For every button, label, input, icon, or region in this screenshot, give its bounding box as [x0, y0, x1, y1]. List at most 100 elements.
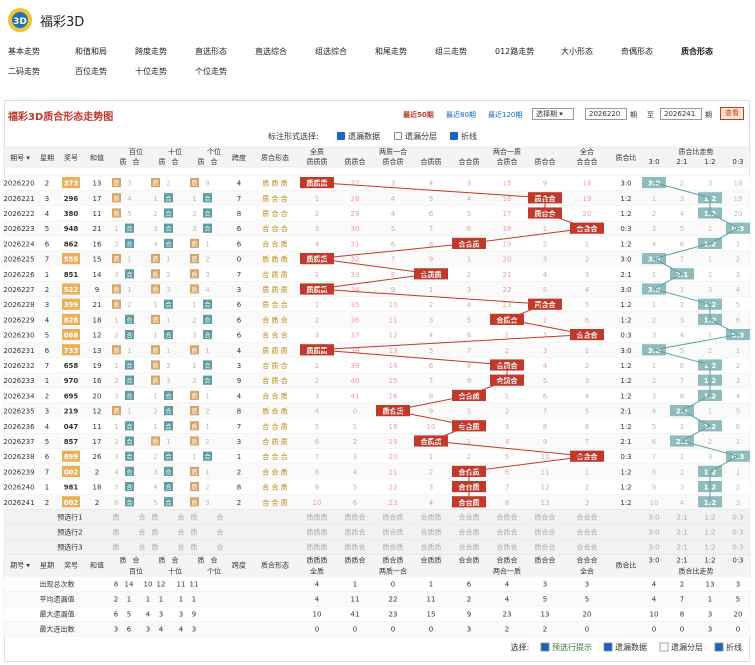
missing-value: 4: [153, 240, 158, 248]
missing-value: 33: [351, 271, 360, 279]
stats-value: 0: [585, 625, 589, 633]
form-text: 合 合 质: [262, 239, 287, 248]
sum-value: 17: [93, 438, 102, 446]
span-value: 1: [237, 453, 241, 461]
sum-value: 17: [93, 195, 102, 203]
zhi-mark-text: 质: [152, 316, 158, 324]
predict-cell: 合: [178, 527, 185, 536]
missing-value: 4: [543, 362, 548, 370]
he-mark-text: 合: [126, 484, 132, 492]
ratio-value: 3:0: [620, 286, 631, 294]
missing-value: 3: [166, 377, 170, 385]
form-text: 合 质 质: [262, 270, 287, 279]
missing-value: 2: [192, 210, 196, 218]
stats-value: 13: [541, 610, 550, 618]
missing-value: 7: [429, 225, 433, 233]
missing-value: 4: [467, 301, 472, 309]
missing-value: 2: [153, 453, 157, 461]
ratio-value: 1:2: [620, 195, 631, 203]
missing-value: 10: [427, 423, 436, 431]
predict-cell: 质: [113, 512, 120, 521]
predict-label: 预选行3: [57, 542, 82, 551]
footer-header: 质质合: [345, 555, 366, 564]
period-number: 2026229: [3, 316, 34, 324]
missing-value: 4: [652, 408, 657, 416]
missing-value: 5: [543, 286, 547, 294]
stats-value: 3: [708, 610, 712, 618]
missing-value: 6: [467, 332, 472, 340]
missing-value: 1: [543, 225, 547, 233]
missing-value: 1: [708, 225, 712, 233]
ratio-value: 3:0: [620, 347, 631, 355]
header-sub: 质合质: [383, 157, 404, 166]
footer-header: 期号 ▾: [10, 561, 30, 569]
he-mark-text: 合: [126, 453, 132, 461]
missing-value: 4: [429, 180, 434, 188]
missing-value: 5: [429, 347, 433, 355]
missing-value: 10: [313, 499, 322, 507]
missing-value: 5: [315, 423, 319, 431]
missing-value: 18: [389, 423, 398, 431]
predict-cell: 质质质: [307, 512, 328, 521]
weekday: 6: [45, 347, 50, 355]
predict-cell: 3:0: [648, 528, 659, 536]
missing-value: 2: [467, 453, 471, 461]
header-w: 星期: [40, 154, 54, 162]
zhi-mark-text: 质: [113, 347, 119, 355]
ratio-value: 1:2: [620, 210, 631, 218]
draw-number: 899: [64, 453, 79, 461]
missing-value: 1: [153, 195, 157, 203]
missing-value: 4: [652, 240, 657, 248]
period-number: 2026239: [3, 468, 34, 476]
he-mark-text: 合: [165, 301, 171, 309]
period-number: 2026237: [3, 438, 34, 446]
he-mark-text: 合: [126, 240, 132, 248]
missing-value: 22: [389, 484, 398, 492]
period-number: 2026224: [3, 240, 35, 248]
predict-cell: 质合合: [535, 542, 556, 551]
predict-cell: 合质合: [497, 512, 518, 521]
missing-value: 6: [429, 210, 434, 218]
missing-value: 40: [351, 377, 360, 385]
predict-cell: 质: [152, 542, 159, 551]
missing-value: 2: [652, 377, 656, 385]
missing-value: 3: [315, 225, 319, 233]
missing-value: 1: [708, 256, 712, 264]
form-text: 合 质 合: [262, 376, 287, 385]
missing-value: 6: [429, 362, 434, 370]
zhi-mark-text: 质: [113, 286, 119, 294]
form-text: 质 合 合: [262, 300, 287, 309]
missing-value: 1: [192, 195, 196, 203]
missing-value: 1: [205, 468, 209, 476]
header-sub: 合质合: [497, 157, 518, 166]
predict-cell: 合: [139, 542, 146, 551]
missing-value: 1: [127, 347, 131, 355]
ratio-value: 1:2: [620, 362, 631, 370]
zhi-mark-text: 质: [191, 392, 197, 400]
missing-value: 2: [680, 301, 684, 309]
draw-number: 555: [64, 256, 79, 264]
missing-value: 2: [736, 362, 740, 370]
zhi-mark-text: 质: [152, 362, 158, 370]
zhi-mark-text: 质: [191, 256, 197, 264]
form-text: 合 质 质: [262, 437, 287, 446]
missing-value: 4: [467, 195, 472, 203]
predict-cell: 质: [113, 527, 120, 536]
missing-value: 1: [166, 256, 170, 264]
missing-value: 2: [192, 377, 196, 385]
stats-value: 12: [157, 580, 166, 588]
footer-header: 合合合: [577, 555, 598, 564]
he-mark-text: 合: [165, 453, 171, 461]
missing-value: 1: [192, 362, 196, 370]
span-value: 4: [237, 180, 242, 188]
missing-value: 18: [583, 180, 592, 188]
header-ratio-col: 3:0: [648, 158, 659, 166]
stats-value: 4: [315, 580, 320, 588]
form-text: 合 合 质: [262, 483, 287, 492]
missing-value: 1: [114, 423, 118, 431]
missing-value: 4: [736, 286, 741, 294]
period-number: 2026240: [3, 484, 34, 492]
table-footer-header: [3, 554, 751, 577]
missing-value: 19: [389, 438, 398, 446]
missing-value: 3: [736, 271, 740, 279]
